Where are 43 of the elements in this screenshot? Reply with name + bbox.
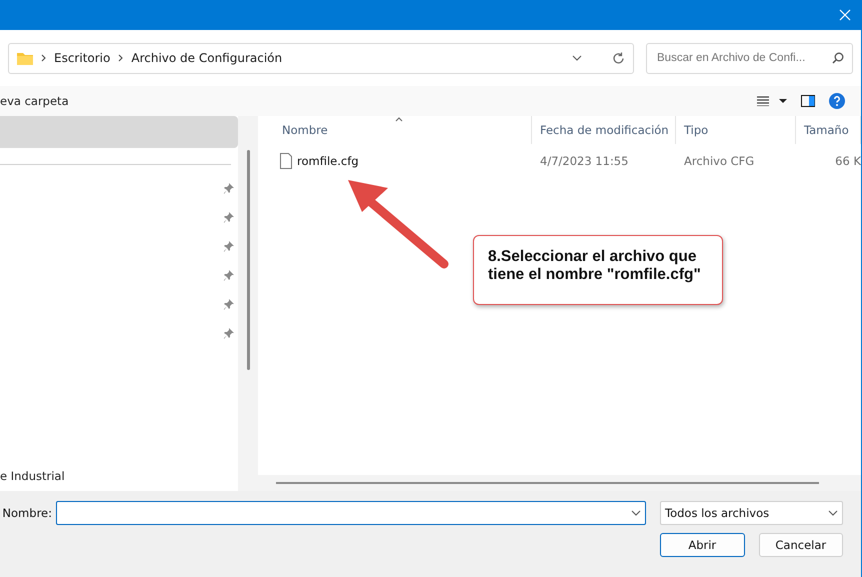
chevron-down-icon[interactable] [572,55,582,61]
cancel-button[interactable]: Cancelar [758,533,843,557]
nav-item[interactable]: e Industrial [0,469,238,483]
chevron-down-icon[interactable] [828,510,838,516]
search-input[interactable]: Buscar en Archivo de Confi... [655,51,832,65]
preview-pane-icon[interactable] [801,95,815,107]
column-header[interactable]: Tipo [676,116,796,144]
pin-icon[interactable] [223,328,234,339]
folder-icon [17,52,33,64]
chevron-right-icon [118,54,124,62]
sort-caret-icon [394,117,402,122]
file-name[interactable]: romfile.cfg [297,154,359,168]
chevron-down-icon[interactable] [631,510,641,516]
search-icon [832,52,844,64]
refresh-icon[interactable] [612,52,625,64]
breadcrumb-item[interactable]: Escritorio [54,51,110,65]
pin-icon[interactable] [223,241,234,252]
view-options-icon[interactable] [757,96,787,106]
column-header[interactable]: Nombre [258,116,532,144]
close-icon[interactable] [839,9,851,21]
column-header[interactable]: Fecha de modificación [532,116,676,144]
file-icon [280,153,292,169]
pin-icon[interactable] [223,183,234,194]
breadcrumb-item[interactable]: Archivo de Configuración [131,51,282,65]
help-icon[interactable] [829,93,845,109]
pin-icon[interactable] [223,299,234,310]
open-button[interactable]: Abrir [660,533,744,557]
file-name-field[interactable] [56,501,646,525]
horizontal-scrollbar[interactable] [276,482,819,484]
column-header[interactable]: Tamaño [796,116,861,144]
pin-icon[interactable] [223,270,234,281]
search-field[interactable]: Buscar en Archivo de Confi... [646,42,853,74]
size-cell-text: 66 K [834,154,861,168]
chevron-right-icon [41,54,46,62]
callout-text: 8.Seleccionar el archivo que tiene el nombre "romfile.cfg" [473,235,723,305]
scrollbar[interactable] [246,150,250,370]
type-cell-text: Archivo CFG [683,154,756,168]
address-bar[interactable]: Escritorio Archivo de Configuración [8,42,634,74]
file-type-dropdown[interactable]: Todos los archivos [660,501,843,525]
pin-icon[interactable] [223,212,234,223]
new-folder-button[interactable]: eva carpeta [0,94,69,108]
file-name-label: Nombre: [2,506,52,520]
date-cell-text: 4/7/2023 11:55 [539,154,630,168]
